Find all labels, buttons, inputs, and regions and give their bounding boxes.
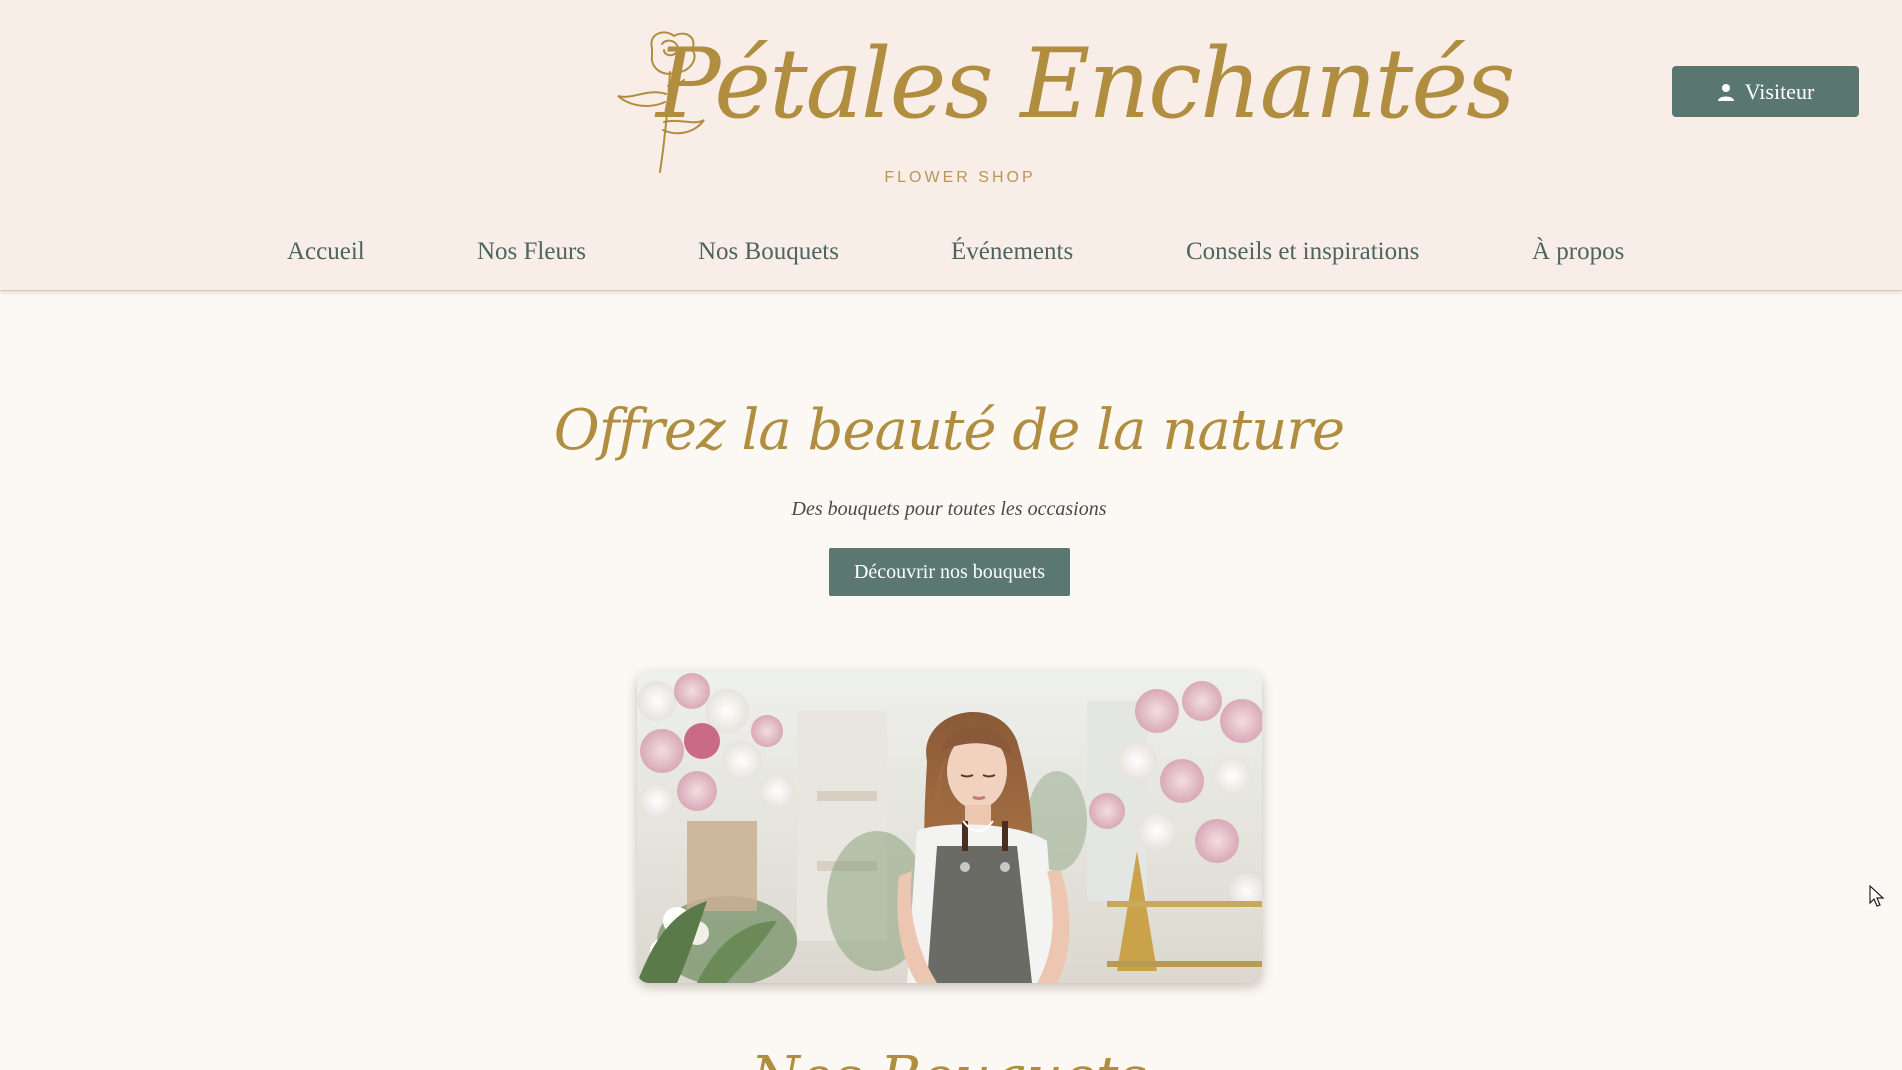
hero-subtitle: Des bouquets pour toutes les occasions xyxy=(791,498,1107,520)
hero-title: Offrez la beauté de la nature xyxy=(553,398,1345,463)
main-navigation: Accueil Nos Fleurs Nos Bouquets Événemen… xyxy=(0,232,1902,272)
user-icon xyxy=(1717,83,1734,101)
site-header: Pétales Enchantés FLOWER SHOP Visiteur A… xyxy=(0,0,1902,291)
florist-at-work-photo xyxy=(637,671,1262,983)
section-heading-nos-bouquets: Nos Bouquets xyxy=(500,1050,1398,1070)
nav-item-evenements[interactable]: Événements xyxy=(951,232,1073,272)
page: Pétales Enchantés FLOWER SHOP Visiteur A… xyxy=(0,0,1902,1070)
nav-item-nos-bouquets[interactable]: Nos Bouquets xyxy=(698,232,839,272)
nav-item-conseils-et-inspirations[interactable]: Conseils et inspirations xyxy=(1186,232,1419,272)
visitor-account-button[interactable]: Visiteur xyxy=(1672,66,1859,117)
brand-logo[interactable]: Pétales Enchantés FLOWER SHOP xyxy=(608,22,1515,192)
mouse-cursor-icon xyxy=(1869,885,1885,907)
brand-name: Pétales Enchantés xyxy=(656,28,1515,140)
discover-bouquets-button[interactable]: Découvrir nos bouquets xyxy=(829,548,1070,596)
nav-item-accueil[interactable]: Accueil xyxy=(287,232,365,272)
brand-tagline: FLOWER SHOP xyxy=(884,169,1036,186)
nav-item-nos-fleurs[interactable]: Nos Fleurs xyxy=(477,232,586,272)
visitor-label: Visiteur xyxy=(1744,78,1815,104)
nav-item-a-propos[interactable]: À propos xyxy=(1532,232,1624,272)
florist-hero-image xyxy=(637,671,1262,983)
